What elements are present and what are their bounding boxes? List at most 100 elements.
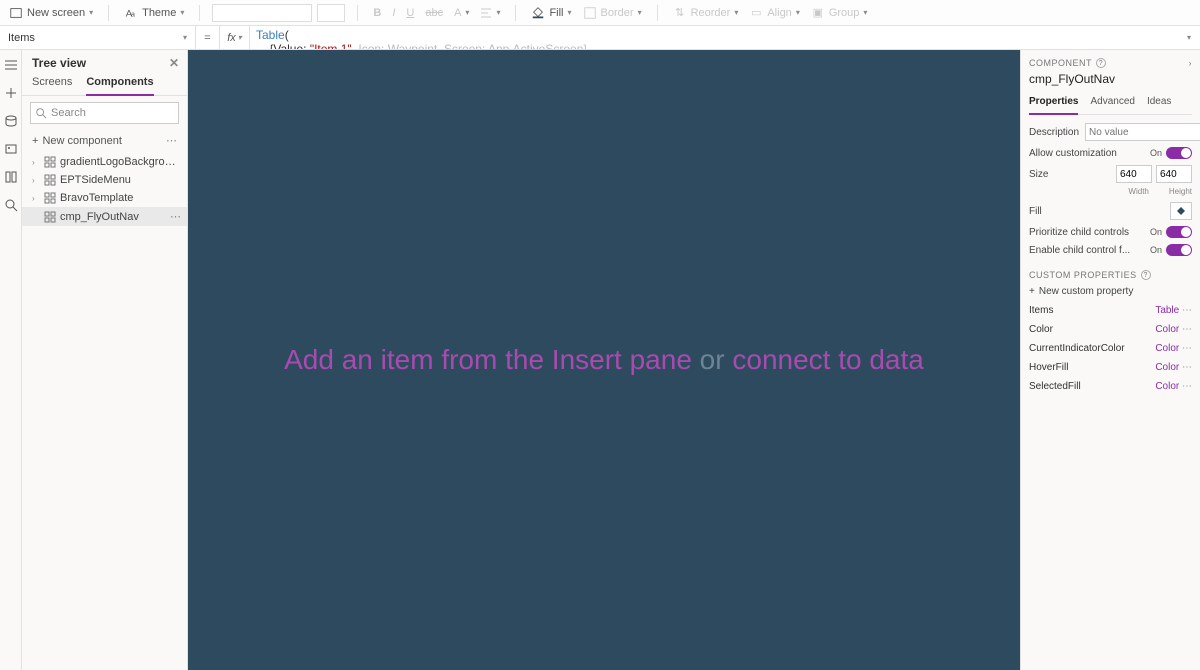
- hamburger-icon[interactable]: [4, 58, 18, 72]
- theme-button[interactable]: Aa Theme ▾: [121, 4, 187, 22]
- new-screen-label: New screen: [27, 7, 85, 19]
- connect-data-link[interactable]: connect to data: [732, 344, 923, 375]
- chevron-right-icon[interactable]: ›: [32, 158, 40, 167]
- tree-search-input[interactable]: Search: [30, 102, 179, 124]
- tree-item-label: cmp_FlyOutNav: [60, 211, 166, 223]
- custom-property-row[interactable]: Items Table ⋯: [1029, 305, 1192, 316]
- info-icon[interactable]: ?: [1141, 270, 1151, 280]
- fill-label: Fill: [549, 7, 563, 19]
- theme-label: Theme: [142, 7, 176, 19]
- underline-button[interactable]: U: [403, 5, 417, 21]
- tab-components[interactable]: Components: [86, 72, 153, 96]
- allow-customization-label: Allow customization: [1029, 148, 1117, 159]
- group-button[interactable]: ▣ Group▾: [808, 4, 871, 22]
- property-dropdown-value: Items: [8, 32, 35, 44]
- formula-expand-button[interactable]: ▾: [1178, 26, 1200, 49]
- tree-item-selected[interactable]: › cmp_FlyOutNav ⋯: [22, 207, 187, 226]
- tree-item-label: gradientLogoBackground: [60, 156, 181, 168]
- properties-panel: COMPONENT? › cmp_FlyOutNav Properties Ad…: [1020, 50, 1200, 670]
- property-dropdown[interactable]: Items ▾: [0, 26, 196, 49]
- reorder-label: Reorder: [691, 7, 731, 19]
- variables-icon[interactable]: [4, 170, 18, 184]
- tab-ideas[interactable]: Ideas: [1147, 92, 1171, 114]
- more-icon[interactable]: ⋯: [1182, 362, 1192, 373]
- tree-item[interactable]: › BravoTemplate: [22, 189, 187, 207]
- bold-button[interactable]: B: [370, 5, 384, 21]
- properties-tabs: Properties Advanced Ideas: [1029, 92, 1192, 115]
- group-label: Group: [829, 7, 860, 19]
- prioritize-toggle[interactable]: [1166, 226, 1192, 238]
- fx-label[interactable]: fx▾: [220, 26, 250, 49]
- component-name: cmp_FlyOutNav: [1029, 72, 1192, 86]
- component-icon: [44, 192, 56, 204]
- height-input[interactable]: [1156, 165, 1192, 183]
- custom-property-row[interactable]: Color Color ⋯: [1029, 324, 1192, 335]
- custom-property-row[interactable]: CurrentIndicatorColor Color ⋯: [1029, 343, 1192, 354]
- more-icon[interactable]: ⋯: [1182, 305, 1192, 316]
- search-icon: [35, 107, 47, 119]
- top-toolbar: New screen ▾ Aa Theme ▾ B I U abc A▾ ▾ F…: [0, 0, 1200, 26]
- equals-label: =: [196, 26, 220, 49]
- chevron-right-icon[interactable]: ›: [32, 194, 40, 203]
- description-input[interactable]: [1085, 123, 1200, 141]
- allow-customization-toggle[interactable]: [1166, 147, 1192, 159]
- custom-property-row[interactable]: SelectedFill Color ⋯: [1029, 381, 1192, 392]
- tree-item-label: EPTSideMenu: [60, 174, 181, 186]
- border-button[interactable]: Border▾: [580, 4, 645, 22]
- enable-child-label: Enable child control f...: [1029, 245, 1130, 256]
- component-canvas[interactable]: Add an item from the Insert pane or conn…: [188, 50, 1020, 670]
- chevron-right-icon[interactable]: ›: [1189, 58, 1193, 68]
- fill-button[interactable]: Fill▾: [528, 4, 574, 22]
- tree-item[interactable]: › EPTSideMenu: [22, 171, 187, 189]
- enable-child-toggle[interactable]: [1166, 244, 1192, 256]
- chevron-down-icon: ▾: [89, 8, 93, 17]
- custom-property-row[interactable]: HoverFill Color ⋯: [1029, 362, 1192, 373]
- insert-icon[interactable]: [4, 86, 18, 100]
- close-icon[interactable]: ✕: [169, 56, 179, 70]
- align-button[interactable]: ▭ Align▾: [746, 4, 802, 22]
- align-label: Align: [767, 7, 791, 19]
- search-icon[interactable]: [4, 198, 18, 212]
- more-icon[interactable]: ⋯: [1182, 324, 1192, 335]
- more-icon[interactable]: ⋯: [170, 210, 181, 223]
- tab-properties[interactable]: Properties: [1029, 92, 1078, 115]
- fill-icon: [531, 6, 545, 20]
- tab-screens[interactable]: Screens: [32, 72, 72, 95]
- more-icon[interactable]: ⋯: [1182, 343, 1192, 354]
- strike-button[interactable]: abc: [422, 5, 446, 21]
- tab-advanced[interactable]: Advanced: [1090, 92, 1134, 114]
- text-align-button[interactable]: ▾: [477, 5, 503, 21]
- fill-label: Fill: [1029, 206, 1042, 217]
- screen-icon: [9, 6, 23, 20]
- left-rail: [0, 50, 22, 670]
- formula-input[interactable]: Table( {Value: "Item 1", Icon: Waypoint,…: [250, 26, 1178, 49]
- new-screen-button[interactable]: New screen ▾: [6, 4, 96, 22]
- font-color-button[interactable]: A▾: [451, 5, 472, 21]
- chevron-down-icon: ▾: [180, 8, 184, 17]
- reorder-button[interactable]: ⇅ Reorder▾: [670, 4, 742, 22]
- insert-link[interactable]: Add an item from the Insert pane: [284, 344, 692, 375]
- canvas-area: Add an item from the Insert pane or conn…: [188, 50, 1020, 670]
- theme-icon: Aa: [124, 6, 138, 20]
- chevron-right-icon[interactable]: ›: [32, 176, 40, 185]
- italic-button[interactable]: I: [389, 5, 398, 21]
- tree-item-label: BravoTemplate: [60, 192, 181, 204]
- toolbar-separator: [108, 5, 109, 21]
- new-component-button[interactable]: +New component ⋯: [22, 130, 187, 151]
- toolbar-separator: [199, 5, 200, 21]
- fill-color-picker[interactable]: [1170, 202, 1192, 220]
- media-icon[interactable]: [4, 142, 18, 156]
- info-icon[interactable]: ?: [1096, 58, 1106, 68]
- custom-properties-header: CUSTOM PROPERTIES ?: [1029, 270, 1192, 280]
- font-family-input[interactable]: [212, 4, 312, 22]
- more-icon[interactable]: ⋯: [166, 134, 177, 147]
- tree-item[interactable]: › gradientLogoBackground: [22, 153, 187, 171]
- data-icon[interactable]: [4, 114, 18, 128]
- tree-view-panel: Tree view ✕ Screens Components Search +N…: [22, 50, 188, 670]
- border-label: Border: [601, 7, 634, 19]
- font-size-input[interactable]: [317, 4, 345, 22]
- new-custom-property-button[interactable]: + New custom property: [1029, 286, 1192, 297]
- more-icon[interactable]: ⋯: [1182, 381, 1192, 392]
- component-icon: [44, 156, 56, 168]
- width-input[interactable]: [1116, 165, 1152, 183]
